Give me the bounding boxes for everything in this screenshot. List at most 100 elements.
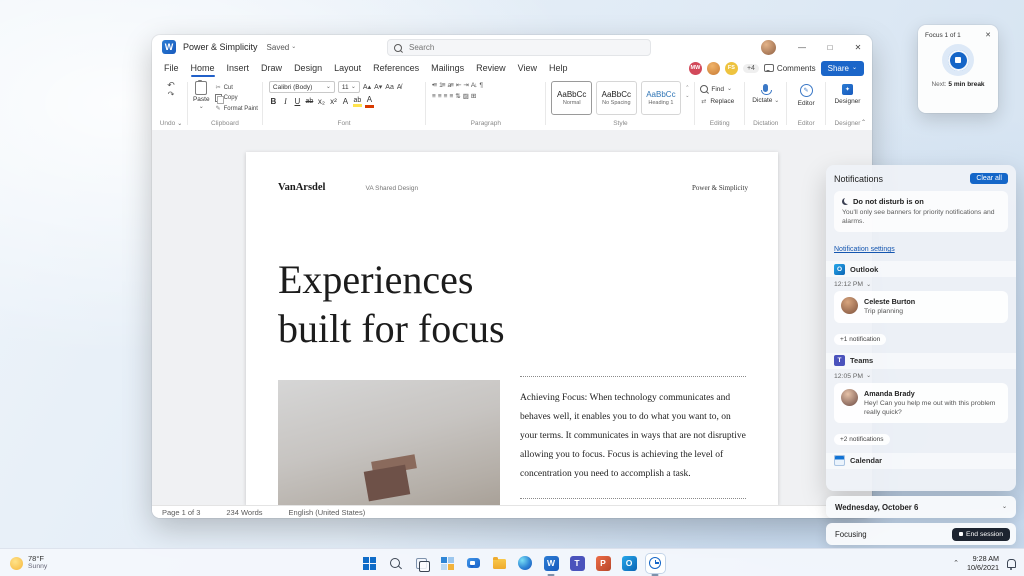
justify-icon[interactable]: ≡ [449, 93, 453, 100]
font-size-select[interactable]: 11 ⌄ [337, 81, 360, 93]
find-button[interactable]: Find ⌄ [700, 85, 739, 93]
notification-settings-link[interactable]: Notification settings [834, 246, 895, 253]
edge-button[interactable] [516, 554, 535, 573]
header-right-text[interactable]: Power & Simplicity [692, 184, 748, 192]
align-left-icon[interactable]: ≡ [432, 93, 436, 100]
powerpoint-taskbar-button[interactable]: P [594, 554, 613, 573]
menu-tab-review[interactable]: Review [470, 59, 512, 77]
borders-icon[interactable]: ⊞ [471, 92, 477, 100]
word-taskbar-button[interactable]: W [542, 554, 561, 576]
menu-tab-layout[interactable]: Layout [328, 59, 367, 77]
brand-subtitle[interactable]: VA Shared Design [365, 185, 418, 192]
show-hidden-icons-chevron[interactable]: ⌃ [953, 559, 959, 567]
share-button[interactable]: Share ⌄ [820, 60, 864, 76]
italic-button[interactable]: I [281, 97, 290, 107]
document-heading[interactable]: Experiences built for focus [278, 255, 505, 353]
more-notifications-pill[interactable]: +1 notification [834, 333, 887, 345]
collapse-ribbon-icon[interactable]: ⌃ [861, 119, 866, 126]
style-normal[interactable]: AaBbCc Normal [551, 81, 593, 115]
close-button[interactable]: ✕ [844, 35, 872, 59]
close-icon[interactable]: ✕ [985, 31, 991, 39]
clock-app-button[interactable] [645, 553, 665, 576]
collaborator-avatar[interactable] [706, 61, 720, 75]
minimize-button[interactable]: — [788, 35, 816, 59]
underline-button[interactable]: U [293, 97, 302, 107]
file-explorer-button[interactable] [490, 554, 509, 573]
menu-tab-view[interactable]: View [512, 59, 543, 77]
widgets-button[interactable] [438, 554, 457, 573]
format-painter-button[interactable]: ✎ Format Paint [215, 105, 258, 113]
word-count[interactable]: 234 Words [226, 508, 262, 517]
calendar-group-header[interactable]: Calendar [826, 452, 1016, 469]
increase-indent-icon[interactable]: ⇥ [463, 81, 469, 89]
maximize-button[interactable]: □ [816, 35, 844, 59]
menu-tab-file[interactable]: File [158, 59, 185, 77]
undo-icon[interactable]: ↶ [167, 81, 175, 90]
document-text-column[interactable]: Achieving Focus: When technology communi… [520, 376, 746, 499]
menu-tab-mailings[interactable]: Mailings [425, 59, 470, 77]
pilcrow-icon[interactable]: ¶ [479, 82, 482, 89]
teams-time-row[interactable]: 12:05 PM ⌄ [834, 373, 1008, 380]
menu-tab-design[interactable]: Design [288, 59, 328, 77]
change-case-button[interactable]: Aa [385, 84, 394, 91]
grow-font-button[interactable]: A▴ [363, 83, 371, 91]
styles-scroll-down-icon[interactable]: ⌄ [685, 93, 689, 99]
end-session-button[interactable]: End session [951, 527, 1010, 541]
sort-icon[interactable]: A↓ [471, 82, 478, 89]
clear-formatting-button[interactable]: A̸ [397, 84, 402, 91]
menu-tab-insert[interactable]: Insert [221, 59, 256, 77]
collaborator-overflow-badge[interactable]: +4 [742, 63, 759, 73]
document-page[interactable]: VanArsdel VA Shared Design Power & Simpl… [246, 152, 778, 505]
font-color-button[interactable]: A [364, 95, 374, 108]
search-input[interactable] [407, 42, 644, 53]
align-center-icon[interactable]: ≡ [438, 93, 442, 100]
weather-widget[interactable]: 78°F Sunny [10, 554, 47, 571]
brand-logo[interactable]: VanArsdel [278, 182, 325, 193]
dictate-button[interactable]: Dictate ⌄ [748, 81, 783, 104]
strikethrough-button[interactable]: ab [305, 98, 314, 106]
chat-button[interactable] [464, 554, 483, 573]
taskbar-search-button[interactable] [386, 554, 405, 573]
bold-button[interactable]: B [269, 97, 278, 107]
calendar-date-card[interactable]: Wednesday, October 6 ⌄ [826, 496, 1016, 518]
document-image[interactable] [278, 380, 500, 505]
shading-icon[interactable]: ▨ [463, 92, 469, 100]
multilevel-list-icon[interactable]: a≡ [448, 82, 455, 89]
font-name-select[interactable]: Calibri (Body) ⌄ [268, 81, 335, 93]
notification-bell-icon[interactable] [1007, 558, 1016, 570]
focus-stop-button[interactable] [942, 44, 974, 76]
style-heading-1[interactable]: AaBbCc Heading 1 [640, 81, 682, 115]
bullets-icon[interactable]: •≡ [432, 82, 437, 89]
menu-tab-references[interactable]: References [367, 59, 425, 77]
task-view-button[interactable] [412, 554, 431, 573]
menu-tab-draw[interactable]: Draw [255, 59, 288, 77]
teams-taskbar-button[interactable]: T [568, 554, 587, 573]
line-spacing-icon[interactable]: ⇅ [455, 92, 461, 100]
superscript-button[interactable]: x² [329, 97, 338, 107]
styles-scroll-up-icon[interactable]: ⌃ [685, 85, 689, 91]
editor-button[interactable]: ✎ Editor [790, 81, 822, 107]
save-status[interactable]: Saved ⌄ [267, 43, 297, 52]
style-no-spacing[interactable]: AaBbCc No Spacing [596, 81, 637, 115]
menu-tab-help[interactable]: Help [543, 59, 574, 77]
clear-all-button[interactable]: Clear all [970, 173, 1008, 184]
subscript-button[interactable]: x₂ [317, 97, 326, 107]
menu-tab-home[interactable]: Home [185, 59, 221, 77]
outlook-group-header[interactable]: O Outlook [826, 261, 1016, 278]
outlook-time-row[interactable]: 12:12 PM ⌄ [834, 281, 1008, 288]
search-box[interactable] [387, 39, 651, 56]
redo-icon[interactable]: ↷ [168, 91, 175, 99]
outlook-notification[interactable]: Celeste Burton Trip planning [834, 291, 1008, 323]
highlight-button[interactable]: ab [352, 97, 362, 108]
collaborator-avatar[interactable]: FS [724, 61, 738, 75]
language-status[interactable]: English (United States) [289, 508, 366, 517]
comments-button[interactable]: Comments [763, 64, 816, 73]
document-body-text[interactable]: Achieving Focus: When technology communi… [520, 389, 746, 484]
do-not-disturb-card[interactable]: Do not disturb is on You'll only see ban… [834, 191, 1008, 233]
user-avatar[interactable] [761, 39, 776, 55]
designer-button[interactable]: ✦ Designer [829, 81, 866, 105]
align-right-icon[interactable]: ≡ [444, 93, 448, 100]
cut-button[interactable]: ✂ Cut [215, 84, 258, 92]
clock-date-widget[interactable]: 9:28 AM 10/6/2021 [967, 554, 999, 572]
text-effects-button[interactable]: A [341, 97, 350, 107]
